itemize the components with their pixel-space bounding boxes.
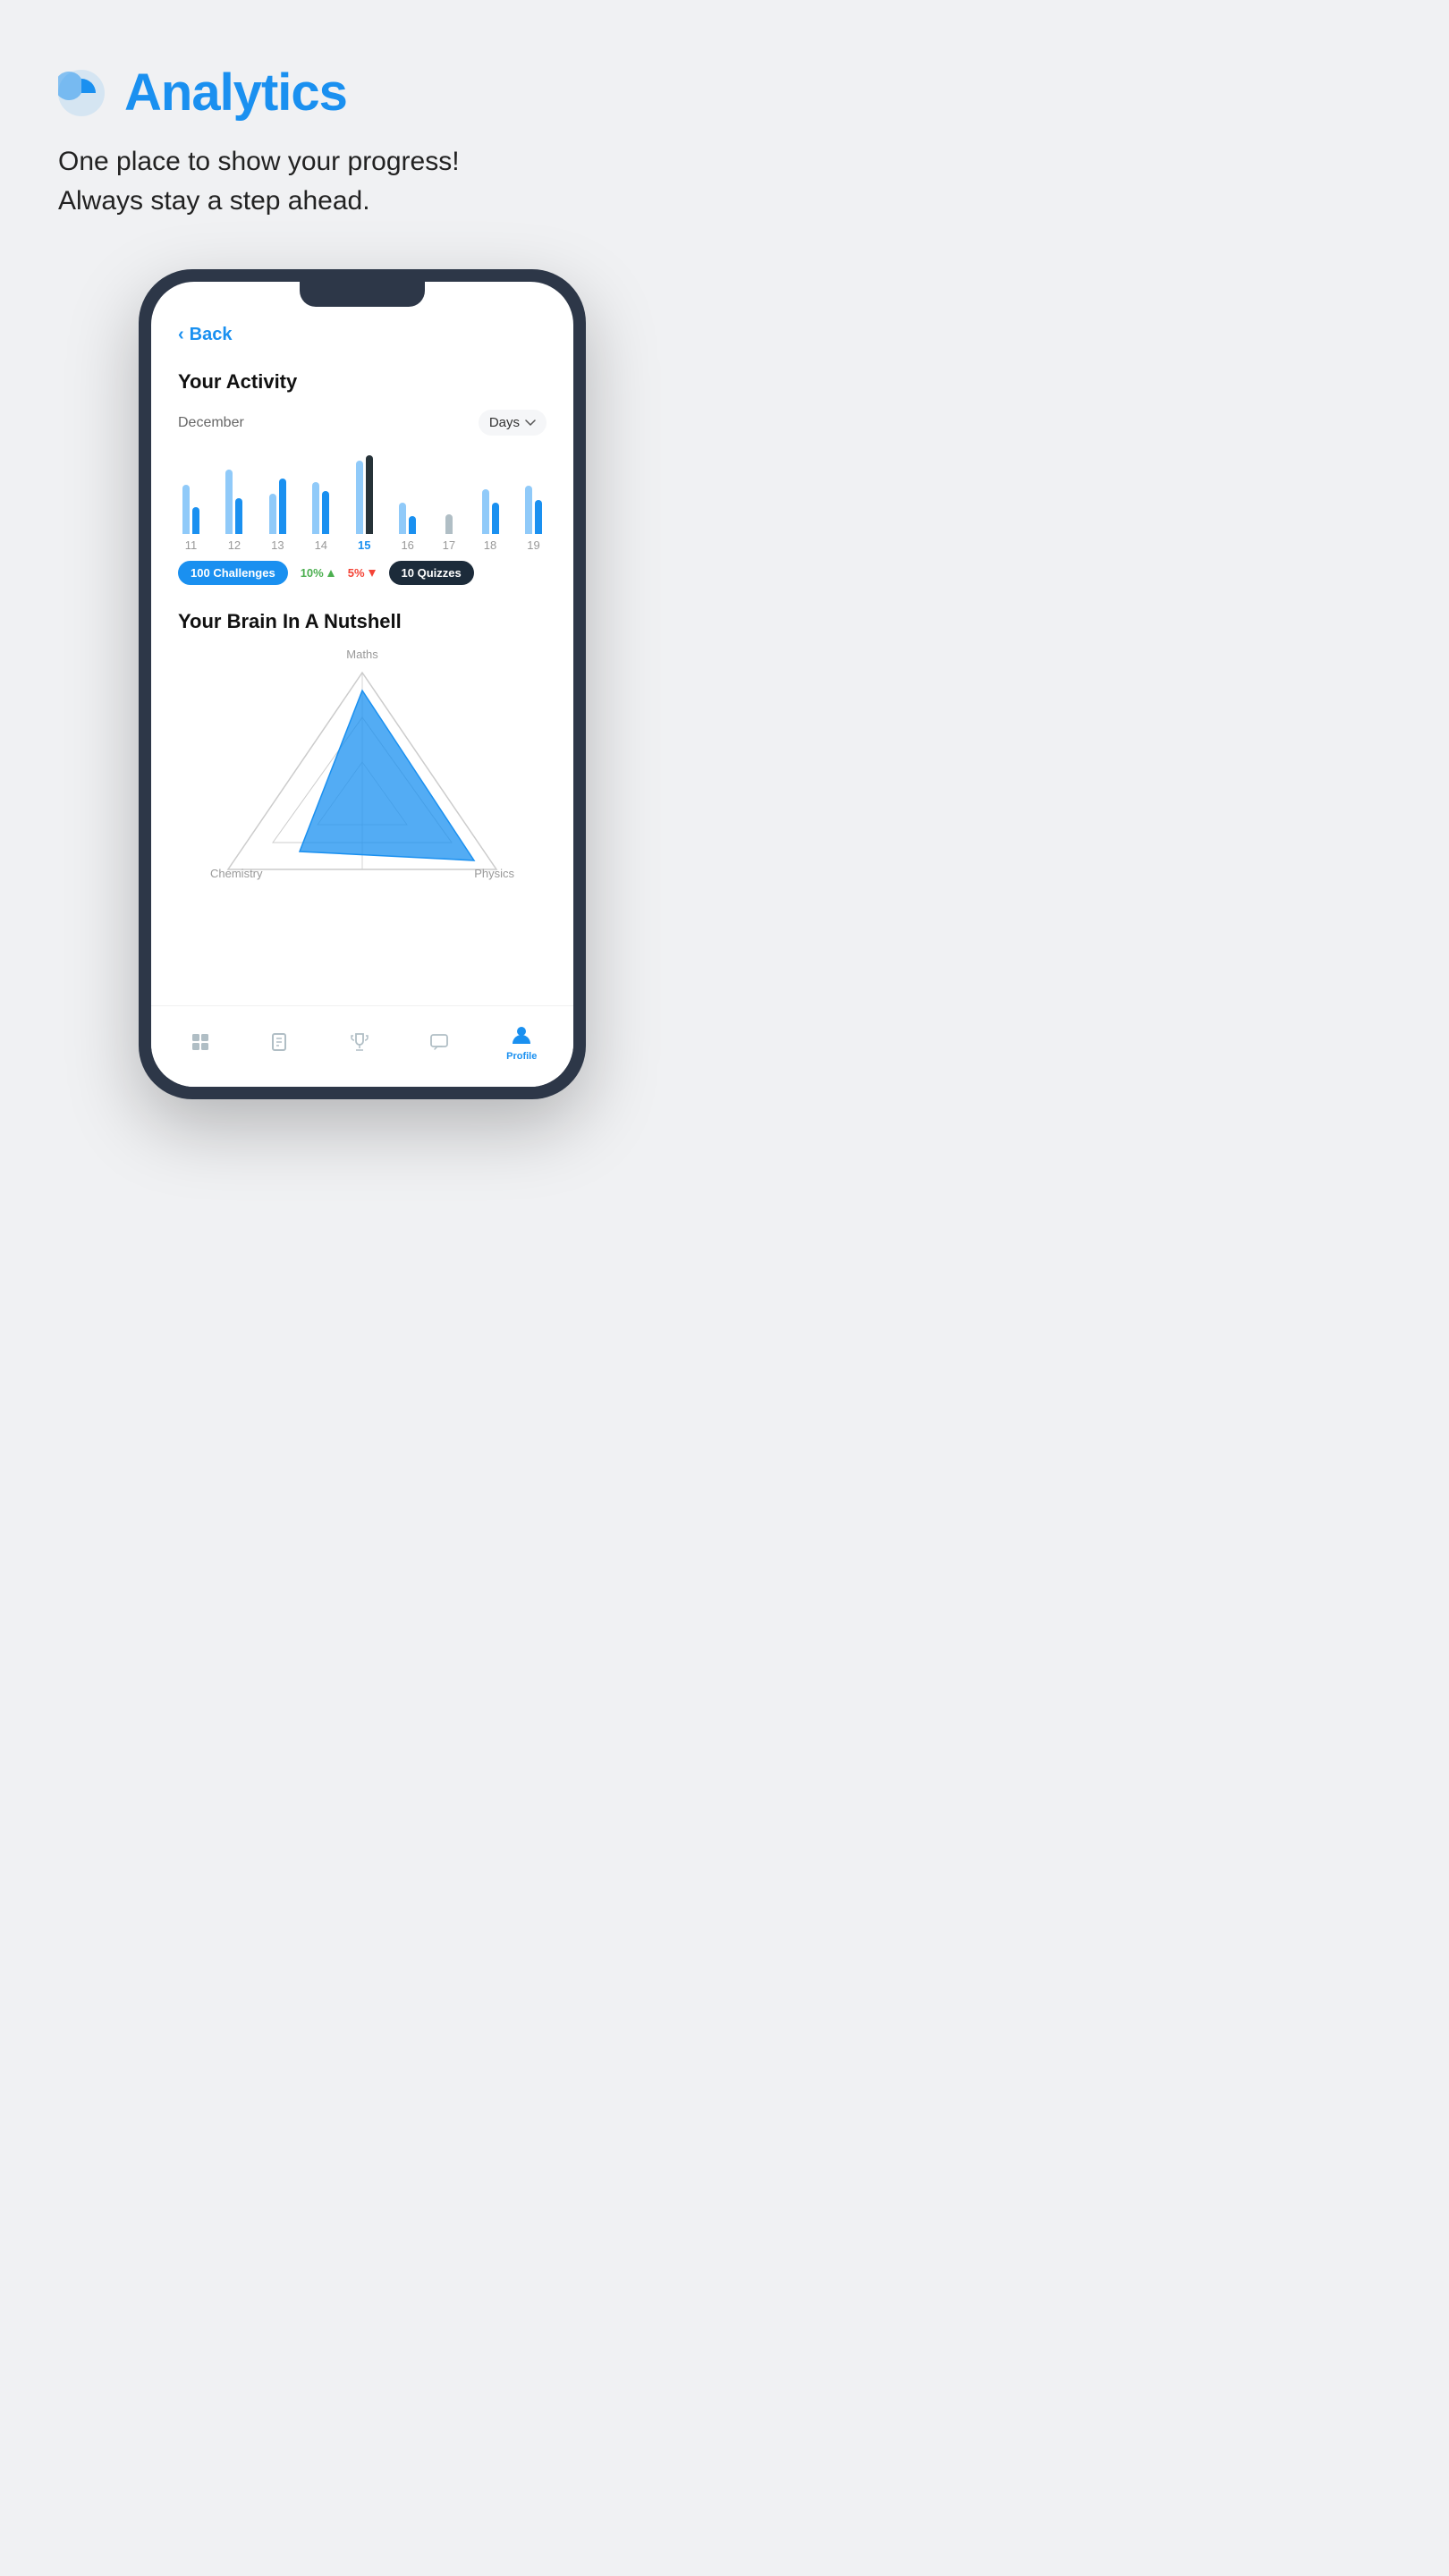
radar-chart: Maths: [210, 648, 514, 880]
bar: [535, 500, 542, 534]
bar: [445, 514, 453, 534]
bar-label: 17: [443, 538, 455, 552]
bar-label: 19: [527, 538, 539, 552]
bar-label: 13: [271, 538, 284, 552]
trophy-icon: [347, 1030, 372, 1055]
chat-icon: [427, 1030, 452, 1055]
arrow-up-icon: [326, 569, 335, 578]
arrow-down-icon: [368, 569, 377, 578]
bar: [482, 489, 489, 534]
bar-group: 17: [443, 453, 455, 552]
month-label: December: [178, 415, 244, 431]
back-chevron-icon: ‹: [178, 325, 184, 345]
bar: [269, 494, 276, 534]
back-button[interactable]: ‹ Back: [178, 325, 547, 345]
stats-row: 100 Challenges 10% 5%: [178, 561, 547, 585]
screen-content: ‹ Back Your Activity December Days: [151, 282, 573, 996]
home-icon: [188, 1030, 213, 1055]
bar-group: 14: [312, 453, 329, 552]
phone-screen: ‹ Back Your Activity December Days: [151, 282, 573, 1087]
nav-item-chat[interactable]: [427, 1030, 452, 1055]
bar: [322, 491, 329, 534]
page-wrapper: Analytics One place to show your progres…: [0, 0, 724, 1153]
bar: [192, 507, 199, 534]
bar: [356, 461, 363, 534]
bar-label: 11: [185, 538, 198, 552]
profile-icon: [509, 1022, 534, 1047]
bar-group: 19: [525, 453, 542, 552]
bar: [366, 455, 373, 534]
quizzes-stat: 10 Quizzes: [389, 561, 474, 585]
bar-group: 16: [399, 453, 416, 552]
bar-group: 11: [182, 453, 199, 552]
page-title: Analytics: [124, 63, 347, 123]
nav-item-trophy[interactable]: [347, 1030, 372, 1055]
radar-svg: [210, 664, 514, 878]
nav-item-profile[interactable]: Profile: [506, 1022, 537, 1062]
bar-label-selected: 15: [358, 538, 370, 552]
bar-group-selected: 15: [356, 453, 373, 552]
bar: [409, 516, 416, 534]
radar-label-top: Maths: [346, 648, 377, 661]
bar-label: 18: [484, 538, 496, 552]
days-dropdown[interactable]: Days: [479, 410, 547, 436]
percent-up-stat: 10%: [301, 566, 335, 580]
bar-group: 18: [482, 453, 499, 552]
book-icon: [267, 1030, 292, 1055]
percent-down-stat: 5%: [348, 566, 377, 580]
radar-label-physics: Physics: [474, 867, 514, 880]
activity-section-title: Your Activity: [178, 370, 547, 394]
bottom-nav: Profile: [151, 1005, 573, 1087]
nav-item-home[interactable]: [188, 1030, 213, 1055]
bar: [279, 479, 286, 534]
bar-label: 16: [401, 538, 413, 552]
phone-notch: [300, 282, 425, 307]
bar-label: 14: [315, 538, 327, 552]
radar-label-chemistry: Chemistry: [210, 867, 263, 880]
header-section: Analytics: [58, 63, 666, 123]
back-label: Back: [190, 325, 233, 345]
bar-chart: 11 12: [178, 453, 547, 552]
bar: [225, 470, 233, 534]
phone-mockup: ‹ Back Your Activity December Days: [58, 269, 666, 1099]
bar: [399, 503, 406, 534]
activity-header: December Days: [178, 410, 547, 436]
bar: [235, 498, 242, 534]
brain-section-title: Your Brain In A Nutshell: [178, 610, 547, 633]
nav-item-book[interactable]: [267, 1030, 292, 1055]
profile-nav-label: Profile: [506, 1051, 537, 1062]
bar: [492, 503, 499, 534]
bar: [312, 482, 319, 534]
bar-group: 13: [269, 453, 286, 552]
phone-outer: ‹ Back Your Activity December Days: [139, 269, 586, 1099]
bar-label: 12: [228, 538, 241, 552]
bar: [525, 486, 532, 534]
chevron-down-icon: [525, 419, 536, 427]
subtitle: One place to show your progress! Always …: [58, 142, 666, 220]
bar: [182, 485, 190, 534]
bar-group: 12: [225, 453, 242, 552]
challenges-stat: 100 Challenges: [178, 561, 288, 585]
analytics-icon: [58, 70, 105, 116]
